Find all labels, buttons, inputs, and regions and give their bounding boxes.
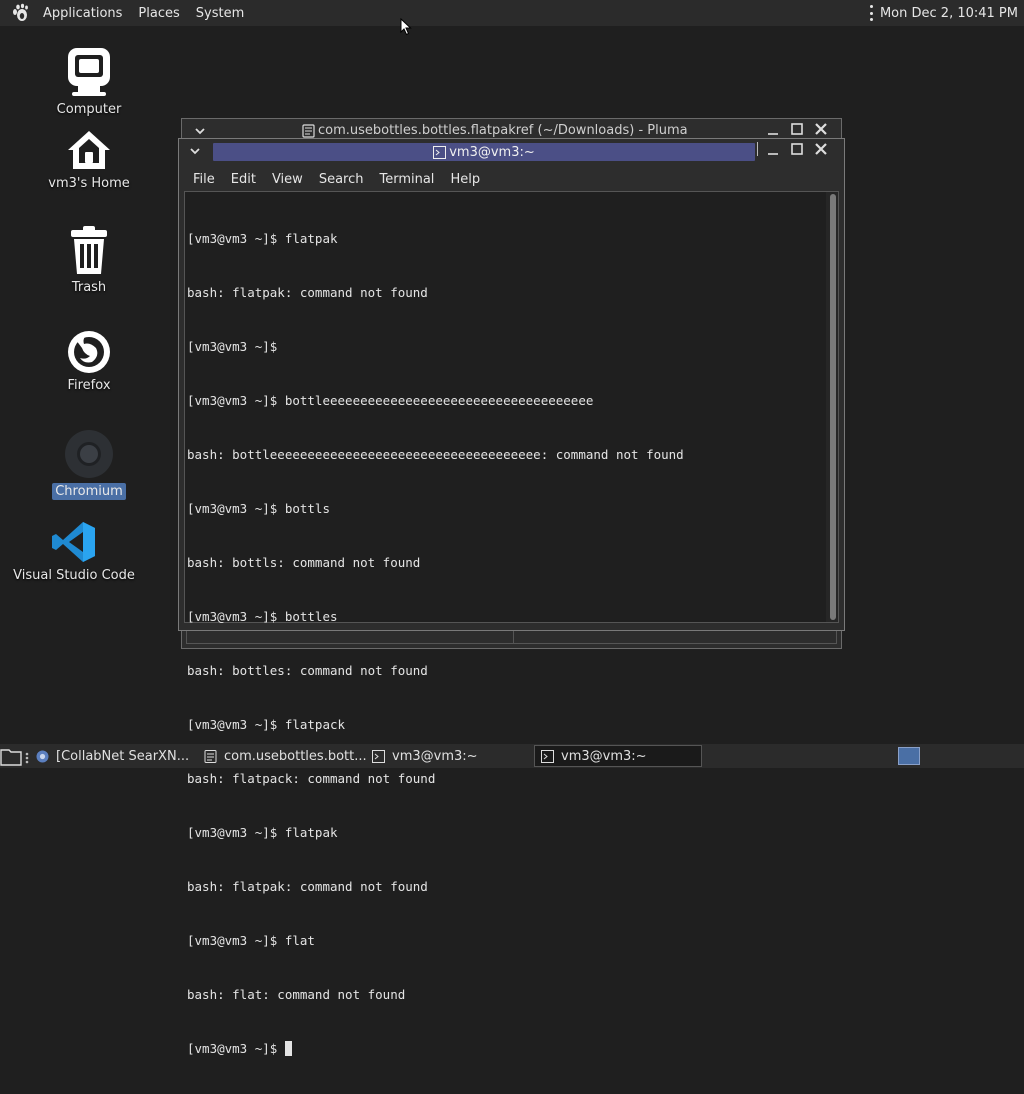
terminal-window[interactable]: vm3@vm3:~ File Edit View Search Terminal… <box>178 138 845 1056</box>
home-icon <box>68 131 110 169</box>
terminal-line: [vm3@vm3 ~]$ flatpak <box>187 825 338 840</box>
desktop-icon-label: Firefox <box>67 378 111 393</box>
terminal-prompt: [vm3@vm3 ~]$ <box>187 1041 285 1056</box>
desktop-icon-label: Visual Studio Code <box>13 568 135 583</box>
panel-right-area: Mon Dec 2, 10:41 PM <box>870 5 1018 21</box>
desktop-icon-trash[interactable]: Trash <box>52 226 126 296</box>
title-separator <box>757 142 758 156</box>
terminal-line: bash: flatpak: command not found <box>187 879 428 894</box>
scrollbar-track[interactable] <box>826 192 838 622</box>
task-label: com.usebottles.bott... <box>224 748 366 764</box>
task-label: vm3@vm3:~ <box>392 748 478 764</box>
menu-file[interactable]: File <box>185 172 223 187</box>
gnome-foot-icon[interactable] <box>10 3 30 23</box>
terminal-line: [vm3@vm3 ~]$ bottles <box>187 609 338 624</box>
terminal-title-text: vm3@vm3:~ <box>449 144 535 160</box>
terminal-window-controls <box>757 142 828 156</box>
menu-edit[interactable]: Edit <box>223 172 264 187</box>
menu-applications[interactable]: Applications <box>35 6 130 21</box>
minimize-icon[interactable] <box>766 122 780 136</box>
menu-terminal[interactable]: Terminal <box>371 172 442 187</box>
terminal-line: bash: flatpack: command not found <box>187 771 436 786</box>
desktop-icon-label: vm3's Home <box>48 176 130 191</box>
terminal-line: [vm3@vm3 ~]$ bottleeeeeeeeeeeeeeeeeeeeee… <box>187 393 594 408</box>
terminal-line: [vm3@vm3 ~]$ flatpak <box>187 231 338 246</box>
terminal-line: bash: flat: command not found <box>187 987 406 1002</box>
desktop-icon-chromium[interactable]: Chromium <box>36 428 142 500</box>
terminal-prompt-line[interactable]: [vm3@vm3 ~]$ <box>187 1040 820 1058</box>
desktop-icon-label: Trash <box>71 280 107 295</box>
terminal-icon <box>372 749 385 763</box>
menu-places[interactable]: Places <box>130 6 187 21</box>
desktop-icon-label: Chromium <box>52 483 126 500</box>
terminal-text: [vm3@vm3 ~]$ flatpak bash: flatpak: comm… <box>187 194 820 1094</box>
desktop-icon-label: Computer <box>56 102 122 117</box>
chromium-icon <box>36 750 49 762</box>
text-editor-icon <box>302 123 315 138</box>
terminal-output[interactable]: [vm3@vm3 ~]$ flatpak bash: flatpak: comm… <box>184 191 839 1056</box>
terminal-menubar: File Edit View Search Terminal Help <box>179 167 844 191</box>
clock[interactable]: Mon Dec 2, 10:41 PM <box>880 6 1018 21</box>
mouse-pointer-icon <box>400 18 412 36</box>
chevron-down-icon[interactable] <box>194 125 206 137</box>
bottom-taskbar: [CollabNet SearXN... com.usebottles.bott… <box>0 744 1024 768</box>
chevron-down-icon[interactable] <box>189 145 201 157</box>
desktop-icon-computer[interactable]: Computer <box>52 46 126 118</box>
scrollbar-thumb[interactable] <box>830 194 836 620</box>
text-cursor <box>284 1041 292 1056</box>
desktop-icon-firefox[interactable]: Firefox <box>52 328 126 394</box>
terminal-title-bar[interactable]: vm3@vm3:~ <box>213 143 755 161</box>
task-terminal-2[interactable]: vm3@vm3:~ <box>534 745 702 767</box>
terminal-line: bash: bottles: command not found <box>187 663 428 678</box>
top-panel: Applications Places System Mon Dec 2, 10… <box>0 0 1024 26</box>
pluma-window-controls <box>766 122 828 136</box>
menu-system[interactable]: System <box>188 6 252 21</box>
terminal-line: [vm3@vm3 ~]$ bottls <box>187 501 330 516</box>
terminal-icon <box>433 145 447 159</box>
close-icon[interactable] <box>814 142 828 156</box>
menu-help[interactable]: Help <box>442 172 488 187</box>
close-icon[interactable] <box>814 122 828 136</box>
chromium-icon <box>65 430 113 478</box>
text-editor-icon <box>204 749 217 763</box>
terminal-titlebar[interactable]: vm3@vm3:~ <box>179 139 844 165</box>
maximize-icon[interactable] <box>790 142 804 156</box>
terminal-line: [vm3@vm3 ~]$ <box>187 339 285 354</box>
terminal-line: [vm3@vm3 ~]$ flat <box>187 933 315 948</box>
menu-view[interactable]: View <box>264 172 311 187</box>
task-label: vm3@vm3:~ <box>561 748 647 764</box>
minimize-icon[interactable] <box>766 142 780 156</box>
terminal-line: bash: bottls: command not found <box>187 555 421 570</box>
kebab-menu-icon[interactable] <box>870 5 874 21</box>
pluma-title: com.usebottles.bottles.flatpakref (~/Dow… <box>302 123 688 138</box>
show-desktop-icon[interactable] <box>0 746 30 766</box>
terminal-icon <box>541 749 554 763</box>
task-chromium[interactable]: [CollabNet SearXN... <box>30 745 198 767</box>
terminal-line: bash: flatpak: command not found <box>187 285 428 300</box>
vscode-icon <box>52 522 95 562</box>
desktop-icon-home[interactable]: vm3's Home <box>44 128 134 192</box>
workspace-switcher[interactable] <box>898 747 920 765</box>
terminal-line: bash: bottleeeeeeeeeeeeeeeeeeeeeeeeeeeee… <box>187 447 684 462</box>
firefox-icon <box>68 331 110 373</box>
menu-search[interactable]: Search <box>311 172 372 187</box>
maximize-icon[interactable] <box>790 122 804 136</box>
pluma-title-text: com.usebottles.bottles.flatpakref (~/Dow… <box>318 123 688 138</box>
terminal-line: [vm3@vm3 ~]$ flatpack <box>187 717 346 732</box>
task-label: [CollabNet SearXN... <box>56 748 190 764</box>
trash-icon <box>71 226 107 274</box>
desktop-icon-vscode[interactable]: Visual Studio Code <box>13 520 135 584</box>
task-pluma[interactable]: com.usebottles.bott... <box>198 745 366 767</box>
task-terminal-1[interactable]: vm3@vm3:~ <box>366 745 534 767</box>
computer-icon <box>68 48 110 96</box>
